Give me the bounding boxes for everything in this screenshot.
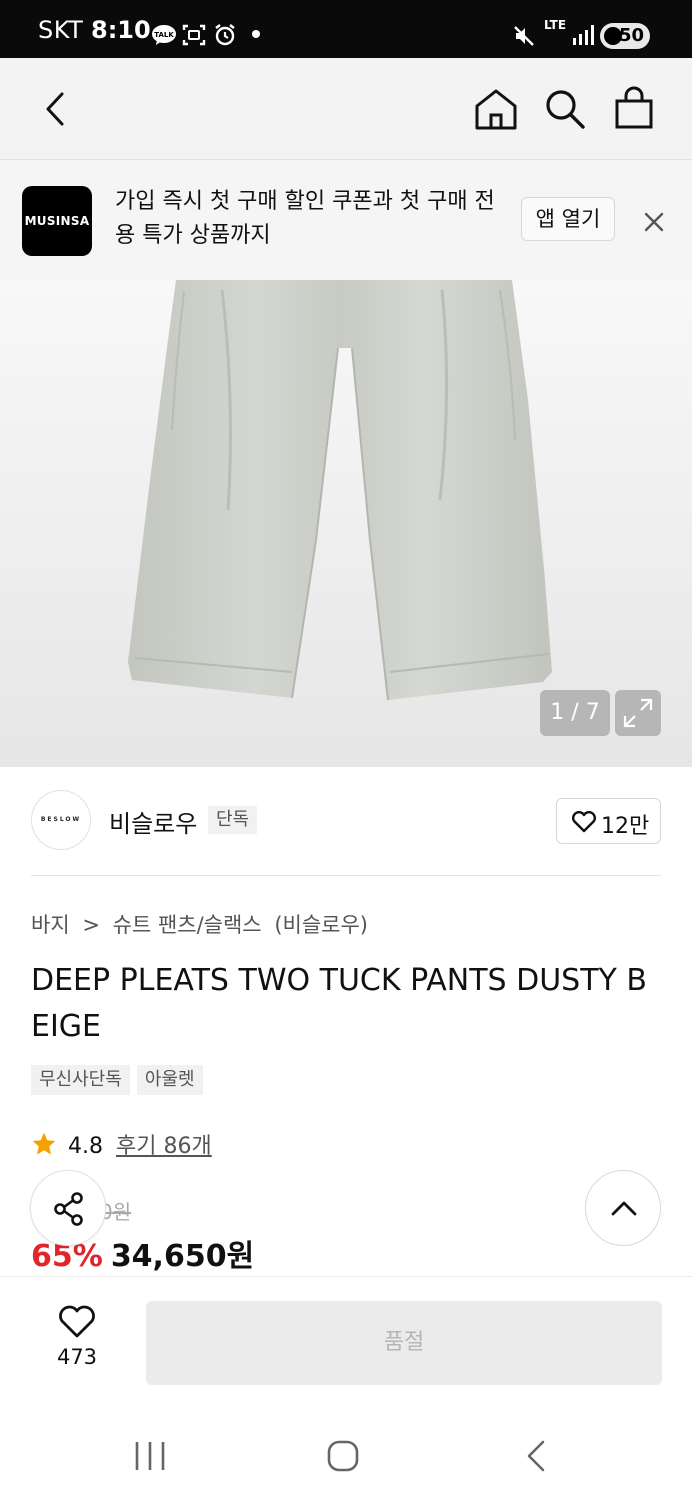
carrier-label: SKT [38,16,84,44]
breadcrumb-separator: > [82,913,100,937]
heart-icon [571,811,597,833]
mute-icon [514,26,534,46]
network-type: LTE [544,18,567,32]
close-icon[interactable] [640,208,668,236]
tag-exclusive: 무신사단독 [31,1065,130,1095]
brand-like-button[interactable]: 12만 [556,798,661,844]
breadcrumb: 바지 > 슈트 팬츠/슬랙스 (비슬로우) [31,909,374,939]
share-button[interactable] [30,1170,106,1246]
system-navigation-bar [0,1410,692,1500]
open-app-button[interactable]: 앱 열기 [521,197,615,241]
product-tags: 무신사단독 아울렛 [31,1065,205,1095]
back-icon[interactable] [524,1439,548,1473]
breadcrumb-category[interactable]: 바지 [31,913,70,937]
search-icon[interactable] [544,88,586,130]
image-counter: 1 / 7 [540,690,610,736]
heart-icon [59,1305,95,1338]
rating-row: 4.8 후기 86개 [31,1128,212,1160]
brand-name[interactable]: 비슬로우 [109,804,197,839]
home-icon[interactable] [474,88,518,130]
alarm-icon [215,24,235,46]
breadcrumb-subcategory[interactable]: 슈트 팬츠/슬랙스 [113,913,262,937]
exclusive-badge: 단독 [208,806,258,834]
product-title: DEEP PLEATS TWO TUCK PANTS DUSTY BEIGE [31,963,647,1044]
shopping-bag-icon[interactable] [614,86,654,130]
svg-text:TALK: TALK [154,31,174,39]
notification-dot [252,30,260,38]
sold-out-button[interactable]: 품절 [146,1301,662,1385]
top-navigation [0,58,692,160]
rating-score: 4.8 [68,1134,103,1159]
purchase-bar: 473 품절 [0,1276,692,1410]
expand-icon [623,698,653,728]
clock: 8:10 [91,16,151,44]
divider [31,875,661,876]
battery-indicator: 50 [600,23,650,49]
signal-icon [573,25,594,45]
breadcrumb-brand[interactable]: (비슬로우) [274,913,368,937]
status-bar: SKT 8:10 TALK LTE 50 [0,0,692,58]
app-install-banner: MUSINSA 가입 즉시 첫 구매 할인 쿠폰과 첫 구매 전용 특가 상품까… [0,160,692,280]
screenshot-icon [182,24,206,46]
sale-price: 34,650원 [110,1239,255,1274]
talk-notification-icon: TALK [152,25,176,45]
star-icon [32,1132,56,1155]
recent-apps-icon[interactable] [133,1440,167,1472]
chevron-left-icon[interactable] [40,91,70,127]
brand-like-count: 12만 [601,814,650,839]
battery-level: 50 [618,25,644,46]
banner-message: 가입 즉시 첫 구매 할인 쿠폰과 첫 구매 전용 특가 상품까지 [115,189,495,248]
wishlist-button[interactable]: 473 [40,1305,114,1369]
musinsa-logo: MUSINSA [22,186,92,256]
scroll-top-button[interactable] [585,1170,661,1246]
chevron-up-icon [611,1201,637,1216]
tag-outlet: 아울렛 [136,1065,203,1095]
product-image-gallery[interactable]: 1 / 7 [0,280,692,767]
share-icon [54,1192,83,1226]
reviews-link[interactable]: 후기 86개 [116,1134,212,1159]
expand-button[interactable] [615,690,661,736]
brand-logo[interactable]: BESLOW [31,790,91,850]
home-button-icon[interactable] [326,1439,360,1473]
wishlist-count: 473 [56,1345,98,1369]
